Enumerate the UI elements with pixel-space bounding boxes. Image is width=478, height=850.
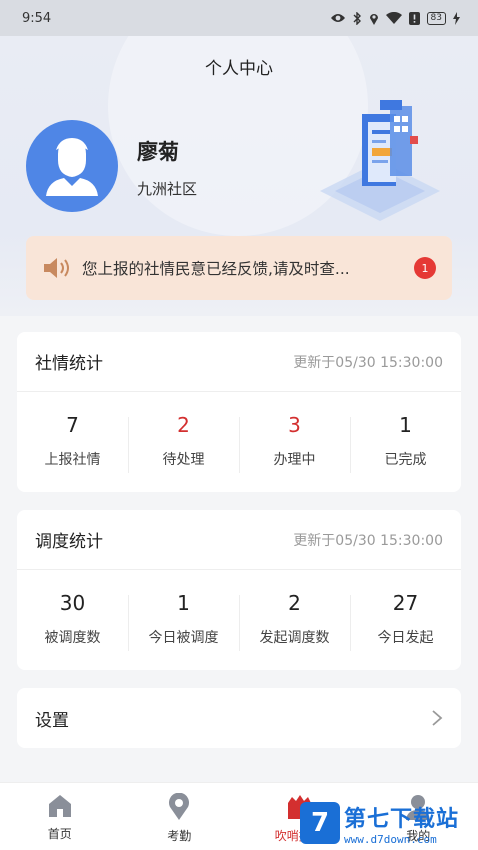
chevron-right-icon: [432, 710, 443, 726]
stat-value: 2: [288, 591, 301, 615]
watermark-title: 第七下载站: [344, 806, 460, 832]
social-stats-title: 社情统计: [35, 354, 103, 374]
status-time: 9:54: [22, 10, 52, 26]
notification-badge: 1: [414, 257, 436, 279]
stat-value: 27: [392, 591, 419, 615]
stat-label: 办理中: [273, 452, 316, 468]
stat-initiated-today[interactable]: 27 今日发起: [350, 591, 461, 651]
stat-value: 1: [177, 591, 190, 615]
social-stats-updated: 更新于05/30 15:30:00: [293, 354, 443, 371]
dispatch-stats-updated: 更新于05/30 15:30:00: [293, 532, 443, 549]
stat-label: 今日被调度: [148, 630, 219, 646]
stat-dispatched-today[interactable]: 1 今日被调度: [128, 591, 239, 651]
home-icon: [48, 795, 71, 817]
notification-text: 您上报的社情民意已经反馈,请及时查...: [82, 260, 350, 278]
stat-label: 上报社情: [44, 452, 101, 468]
documents-illustration: [320, 100, 440, 221]
social-stats-card: 社情统计 更新于05/30 15:30:00 7 上报社情 2 待处理 3 办理…: [17, 332, 461, 492]
tab-label: 考勤: [167, 829, 192, 843]
user-community: 九洲社区: [137, 180, 198, 198]
avatar[interactable]: [26, 120, 118, 212]
status-bar: 9:54 83: [0, 0, 478, 36]
settings-row[interactable]: 设置: [17, 688, 461, 748]
stat-value: 7: [66, 413, 79, 437]
social-stats-header: 社情统计 更新于05/30 15:30:00: [17, 332, 461, 392]
social-stats-list: 7 上报社情 2 待处理 3 办理中 1 已完成: [17, 392, 461, 490]
tab-attendance[interactable]: 考勤: [120, 783, 240, 850]
stat-label: 已完成: [384, 452, 427, 468]
tab-label: 首页: [47, 827, 72, 841]
stat-value: 30: [59, 591, 86, 615]
tab-home[interactable]: 首页: [0, 783, 120, 850]
stat-label: 待处理: [162, 452, 205, 468]
stat-initiated-total[interactable]: 2 发起调度数: [239, 591, 350, 651]
profile-header: 个人中心 廖菊 九洲社区 您上报的社情民意已经反馈,请及时查... 1: [0, 36, 478, 316]
stat-label: 发起调度数: [259, 630, 330, 646]
watermark-logo: 7: [300, 802, 340, 844]
notification-banner[interactable]: 您上报的社情民意已经反馈,请及时查... 1: [26, 236, 452, 300]
wifi-icon: [385, 12, 402, 24]
dispatch-stats-card: 调度统计 更新于05/30 15:30:00 30 被调度数 1 今日被调度 2…: [17, 510, 461, 670]
stat-value: 2: [177, 413, 190, 437]
user-silhouette-icon: [46, 138, 98, 196]
location-icon: [369, 13, 378, 25]
charging-icon: [453, 11, 460, 25]
dispatch-stats-header: 调度统计 更新于05/30 15:30:00: [17, 510, 461, 570]
eye-icon: [330, 14, 345, 22]
dispatch-stats-list: 30 被调度数 1 今日被调度 2 发起调度数 27 今日发起: [17, 570, 461, 668]
stat-dispatched-total[interactable]: 30 被调度数: [17, 591, 128, 647]
location-pin-icon: [169, 793, 190, 820]
status-icons: 83: [330, 11, 460, 25]
stat-label: 被调度数: [44, 630, 101, 646]
stat-value: 3: [288, 413, 301, 437]
user-name: 廖菊: [137, 140, 179, 164]
watermark-url: www.d7down.com: [344, 832, 437, 846]
stat-in-progress[interactable]: 3 办理中: [239, 413, 350, 473]
dispatch-stats-title: 调度统计: [35, 532, 103, 552]
stat-value: 1: [399, 413, 412, 437]
page-title: 个人中心: [205, 59, 273, 79]
battery-indicator: 83: [426, 11, 446, 25]
bluetooth-icon: [353, 11, 361, 25]
alert-icon: [408, 11, 420, 25]
speaker-icon: [44, 258, 69, 278]
watermark: 7 第七下载站 www.d7down.com: [300, 796, 478, 850]
stat-pending[interactable]: 2 待处理: [128, 413, 239, 473]
stat-reported[interactable]: 7 上报社情: [17, 413, 128, 469]
stat-completed[interactable]: 1 已完成: [350, 413, 461, 473]
stat-label: 今日发起: [377, 630, 434, 646]
watermark-text: 第七下载站 www.d7down.com: [344, 801, 459, 846]
settings-label: 设置: [35, 710, 69, 731]
